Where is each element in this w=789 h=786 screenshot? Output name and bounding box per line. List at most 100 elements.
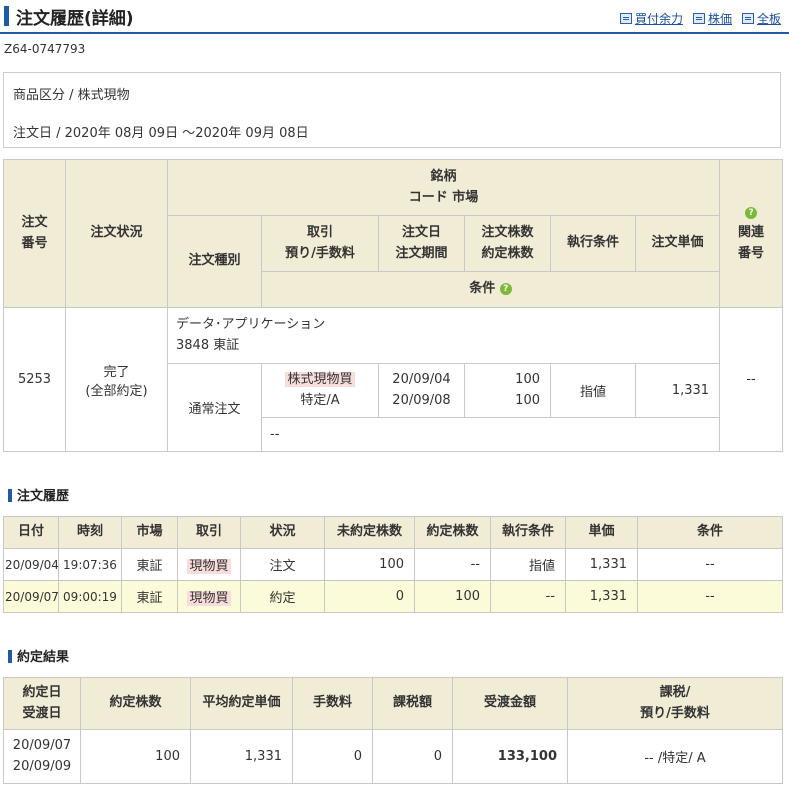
results-title: 約定結果 [17, 650, 70, 665]
qty-cell: 100 100 [464, 363, 551, 418]
cell-filled: -- [414, 548, 491, 581]
top-links: 買付余力 株価 全板 [619, 10, 781, 27]
link-stock-price[interactable]: 株価 [692, 10, 732, 27]
order-status-text: 完了 (全部約定) [85, 364, 148, 399]
trade-cell: 株式現物買 特定/A [261, 363, 379, 418]
h-status: 注文状況 [65, 159, 168, 308]
cell-date: 20/09/07 [3, 580, 59, 613]
h-order-no: 注文 番号 [3, 159, 66, 308]
window-icon [741, 13, 754, 24]
trade-label: 現物買 [187, 559, 231, 574]
h-dates: 約定日 受渡日 [3, 677, 81, 730]
h-filled: 約定株数 [414, 516, 491, 549]
cell-trade: 現物買 [177, 580, 241, 613]
order-price: 1,331 [634, 363, 721, 418]
cell-time: 19:07:36 [58, 548, 122, 581]
h-dates-label: 約定日 受渡日 [22, 685, 62, 721]
cell-dates: 20/09/07 20/09/09 [3, 729, 81, 784]
brand-code: 3848 東証 [176, 337, 240, 353]
h-order-date: 注文日 注文期間 [378, 215, 465, 272]
cell-price: 1,331 [565, 580, 638, 613]
table-row: 20/09/07 20/09/09 100 1,331 0 0 133,100 … [3, 729, 783, 784]
help-icon[interactable]: ? [745, 206, 758, 219]
brand-name[interactable]: データ･アプリケーション [176, 315, 718, 336]
h-related-label: 関連 番号 [738, 225, 765, 261]
h-related: ? 関連 番号 [719, 159, 784, 308]
h-condition: 条件 [637, 516, 783, 549]
cell-qty: 100 [80, 729, 191, 784]
h-cond: 条件 ? [260, 271, 721, 308]
link-label: 全板 [756, 12, 781, 26]
order-type: 通常注文 [167, 363, 262, 452]
cell-market: 東証 [121, 548, 178, 581]
cell-exec: -- [490, 580, 566, 613]
order-status: 完了 (全部約定) [65, 307, 168, 452]
order-period: 20/09/08 [392, 392, 451, 408]
cell-avg-price: 1,331 [190, 729, 293, 784]
cell-condition: -- [637, 580, 783, 613]
category-text: 商品区分 / 株式現物 [13, 88, 130, 103]
h-qty: 注文株数 約定株数 [464, 215, 551, 272]
h-order-date-label: 注文日 注文期間 [395, 225, 448, 261]
info-box: 商品区分 / 株式現物 注文日 / 2020年 08月 09日 ～2020年 0… [3, 72, 781, 148]
h-exec: 執行条件 [550, 215, 636, 272]
order-qty: 100 [515, 371, 540, 387]
cell-tax: 0 [372, 729, 453, 784]
cell-amount: 133,100 [452, 729, 568, 784]
results-table: 約定日 受渡日 約定株数 平均約定単価 手数料 課税額 受渡金額 課税/ 預り/… [3, 677, 783, 784]
cell-price: 1,331 [565, 548, 638, 581]
h-cond-label: 条件 [469, 281, 496, 297]
condition-value: -- [260, 417, 721, 452]
h-trade: 取引 [177, 516, 241, 549]
cell-time: 09:00:19 [58, 580, 122, 613]
history-section-title: 注文履歴 [8, 485, 69, 504]
title-bar: 注文履歴(詳細) 買付余力 株価 全板 [0, 0, 789, 34]
section-bar [8, 489, 12, 502]
h-state: 状況 [240, 516, 325, 549]
h-order-no-label: 注文 番号 [21, 215, 48, 251]
h-amount: 受渡金額 [452, 677, 568, 730]
order-id: Z64-0747793 [4, 42, 86, 56]
cell-fee: 0 [292, 729, 373, 784]
cell-unfilled: 0 [324, 580, 415, 613]
section-bar [8, 650, 12, 663]
h-tax: 課税額 [372, 677, 453, 730]
table-row: 20/09/04 19:07:36 東証 現物買 注文 100 -- 指値 1,… [3, 548, 783, 581]
trade-type: 株式現物買 [285, 371, 355, 387]
cell-unfilled: 100 [324, 548, 415, 581]
help-icon[interactable]: ? [499, 282, 512, 295]
h-order-type: 注文種別 [167, 215, 262, 308]
h-brand-label: 銘柄 コード 市場 [408, 169, 479, 205]
filled-qty: 100 [515, 392, 540, 408]
h-trade: 取引 預り/手数料 [261, 215, 379, 272]
account-type: 特定/A [300, 392, 340, 408]
brand-cell: データ･アプリケーション 3848 東証 [166, 307, 721, 364]
h-market: 市場 [121, 516, 178, 549]
link-label: 株価 [707, 12, 732, 26]
cell-state: 注文 [240, 548, 325, 581]
h-tax-account-label: 課税/ 預り/手数料 [640, 685, 710, 721]
h-trade-label: 取引 預り/手数料 [285, 225, 355, 261]
link-full-board[interactable]: 全板 [741, 10, 781, 27]
exec-condition: 指値 [550, 363, 636, 418]
dates-text: 20/09/07 20/09/09 [12, 737, 72, 774]
table-row: 20/09/07 09:00:19 東証 現物買 約定 0 100 -- 1,3… [3, 580, 783, 613]
history-table: 日付 時刻 市場 取引 状況 未約定株数 約定株数 執行条件 単価 条件 20/… [3, 516, 783, 613]
cell-condition: -- [637, 548, 783, 581]
cell-exec: 指値 [490, 548, 566, 581]
h-fee: 手数料 [292, 677, 373, 730]
h-avg-price: 平均約定単価 [190, 677, 293, 730]
h-exec: 執行条件 [490, 516, 566, 549]
h-unfilled: 未約定株数 [324, 516, 415, 549]
cell-tax-account: -- /特定/ A [567, 729, 783, 784]
results-section-title: 約定結果 [8, 646, 69, 665]
cell-market: 東証 [121, 580, 178, 613]
h-unit-price: 単価 [565, 516, 638, 549]
h-qty: 約定株数 [80, 677, 191, 730]
link-buying-power[interactable]: 買付余力 [619, 10, 683, 27]
order-no: 5253 [3, 307, 66, 452]
window-icon [619, 13, 632, 24]
cell-state: 約定 [240, 580, 325, 613]
cell-filled: 100 [414, 580, 491, 613]
title-accent [4, 6, 9, 26]
